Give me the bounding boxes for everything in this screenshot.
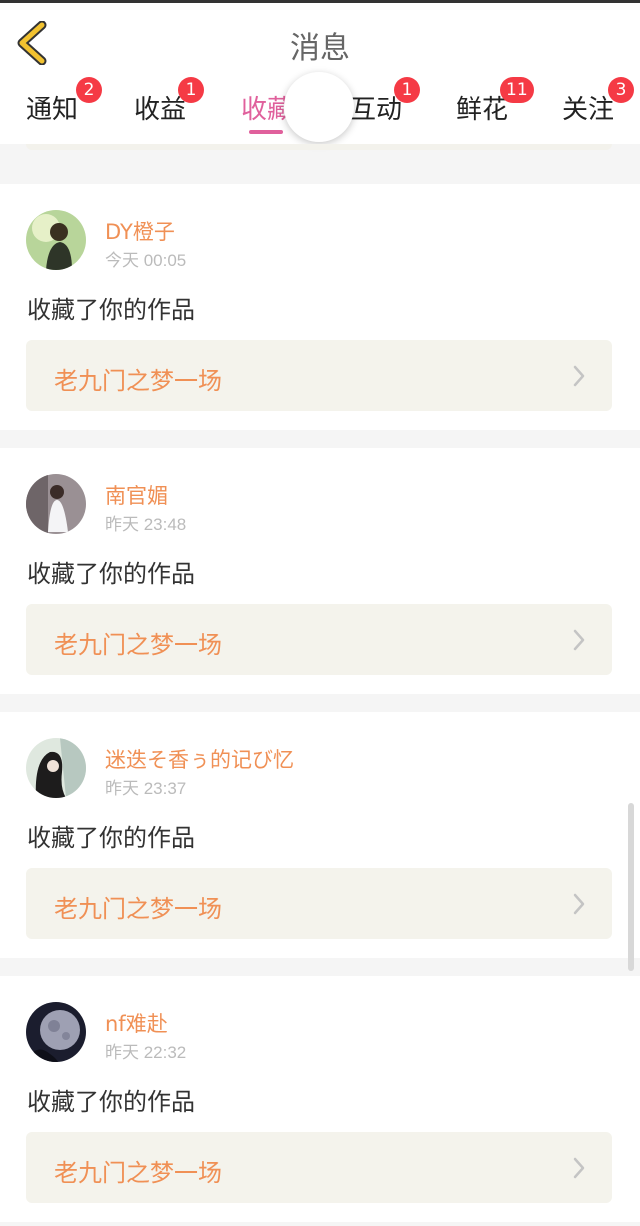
message-card: nf难赴 昨天 22:32 收藏了你的作品 老九门之梦一场 [0,976,640,1222]
timestamp: 昨天 23:48 [105,515,187,534]
tab-flowers[interactable]: 鲜花 11 [456,77,534,126]
tab-interactions[interactable]: 互动 1 [350,77,420,126]
unread-badge: 11 [500,77,534,103]
tab-label: 关注 [562,95,615,125]
avatar[interactable] [26,1002,86,1062]
message-card: 迷迭そ香ぅ的记び忆 昨天 23:37 收藏了你的作品 老九门之梦一场 [0,712,640,958]
top-bar: 消息 [0,3,640,81]
timestamp: 昨天 23:37 [105,779,187,798]
user-name[interactable]: DY橙子 [105,216,175,246]
tab-label: 收益 [134,95,187,125]
work-title: 老九门之梦一场 [54,1159,222,1187]
scrollbar[interactable] [628,803,634,971]
chevron-right-icon [573,365,585,387]
action-text: 收藏了你的作品 [27,560,195,588]
message-card: 南官媚 昨天 23:48 收藏了你的作品 老九门之梦一场 [0,448,640,694]
tab-label: 通知 [26,95,79,125]
work-title: 老九门之梦一场 [54,367,222,395]
page-title: 消息 [290,31,350,66]
work-link[interactable]: 老九门之梦一场 [26,868,612,939]
tab-follows[interactable]: 关注 3 [562,77,634,126]
unread-badge: 1 [394,77,420,103]
chevron-right-icon [573,893,585,915]
active-tab-indicator [249,130,283,134]
work-title: 老九门之梦一场 [54,631,222,659]
user-name[interactable]: 南官媚 [105,480,168,510]
unread-badge: 1 [178,77,204,103]
unread-badge: 3 [608,77,634,103]
user-name[interactable]: 迷迭そ香ぅ的记び忆 [105,744,294,774]
message-list: DY橙子 今天 00:05 收藏了你的作品 老九门之梦一场 南官媚 昨天 23:… [0,184,640,1226]
tab-label: 互动 [350,95,403,125]
work-link[interactable]: 老九门之梦一场 [26,1132,612,1203]
message-card: DY橙子 今天 00:05 收藏了你的作品 老九门之梦一场 [0,184,640,430]
floating-touch-button[interactable] [284,72,354,142]
tab-notifications[interactable]: 通知 2 [26,77,102,126]
unread-badge: 2 [76,77,102,103]
timestamp: 昨天 22:32 [105,1043,187,1062]
action-text: 收藏了你的作品 [27,296,195,324]
avatar[interactable] [26,738,86,798]
avatar[interactable] [26,474,86,534]
work-title: 老九门之梦一场 [54,895,222,923]
work-link[interactable]: 老九门之梦一场 [26,340,612,411]
user-name[interactable]: nf难赴 [105,1008,168,1038]
tab-label: 鲜花 [456,95,509,125]
action-text: 收藏了你的作品 [27,824,195,852]
timestamp: 今天 00:05 [105,251,187,270]
action-text: 收藏了你的作品 [27,1088,195,1116]
avatar[interactable] [26,210,86,270]
previous-card-edge [26,144,612,150]
chevron-right-icon [573,629,585,651]
chevron-right-icon [573,1157,585,1179]
tab-earnings[interactable]: 收益 1 [134,77,204,126]
work-link[interactable]: 老九门之梦一场 [26,604,612,675]
